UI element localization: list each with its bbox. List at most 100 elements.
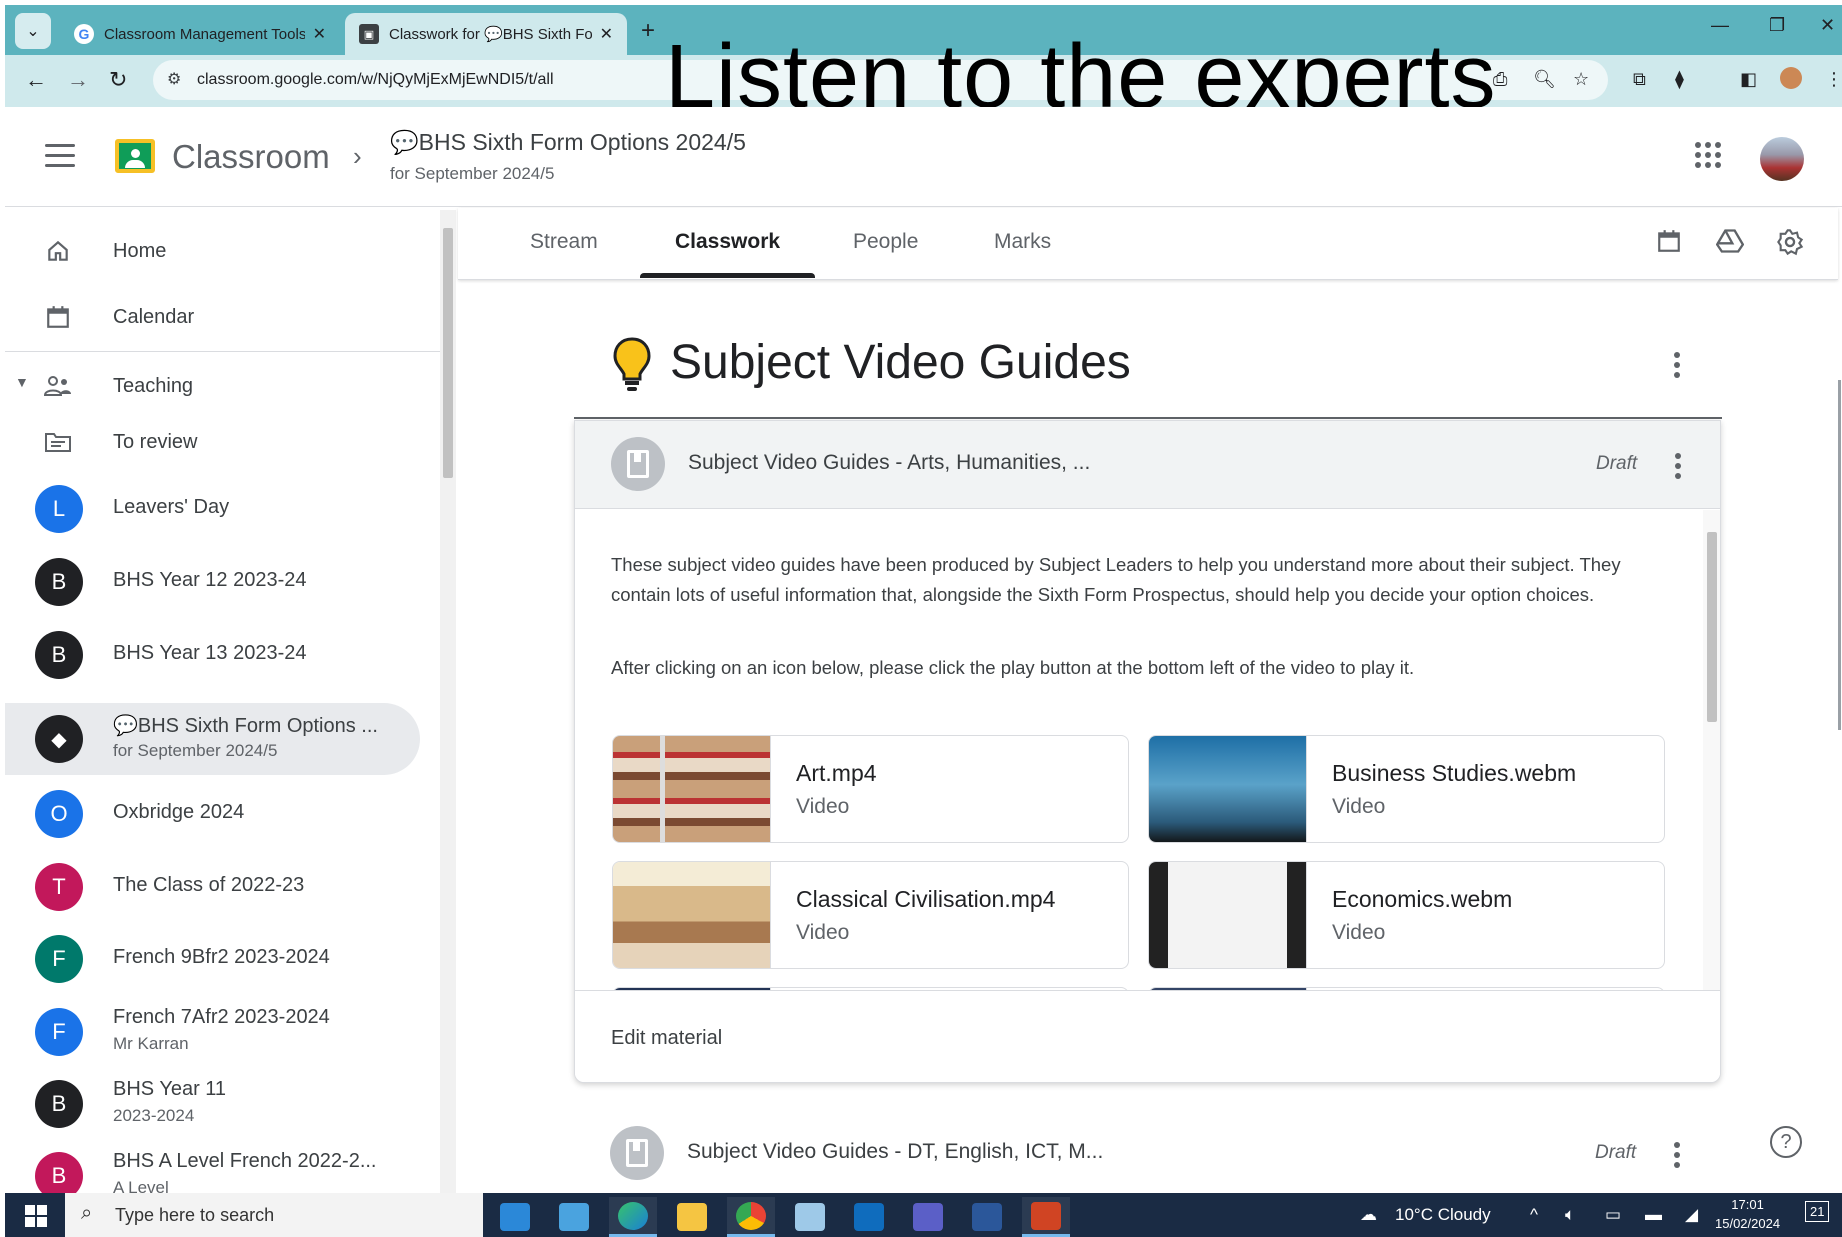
forward-arrow-icon[interactable]: → bbox=[67, 67, 89, 93]
tab-search-button[interactable]: ⌄ bbox=[15, 13, 51, 49]
material-card-collapsed[interactable]: Subject Video Guides - DT, English, ICT,… bbox=[574, 1120, 1722, 1190]
notes-app-icon[interactable] bbox=[786, 1197, 834, 1237]
site-info-icon[interactable]: ⚙ bbox=[167, 69, 181, 89]
material-scrollbar[interactable] bbox=[1703, 510, 1720, 990]
new-tab-button[interactable]: + bbox=[641, 17, 655, 45]
material-more-options-icon[interactable] bbox=[1674, 1142, 1682, 1172]
settings-gear-icon[interactable] bbox=[1776, 228, 1804, 263]
material-more-options-icon[interactable] bbox=[1675, 453, 1683, 483]
teams-app-icon[interactable] bbox=[904, 1197, 952, 1237]
attachment-business-video[interactable]: Business Studies.webm Video bbox=[1148, 735, 1665, 843]
tab-marks[interactable]: Marks bbox=[994, 230, 1051, 254]
word-app-icon[interactable] bbox=[963, 1197, 1011, 1237]
topic-more-options-icon[interactable] bbox=[1674, 352, 1682, 382]
sidebar-item-teaching[interactable]: ▼ Teaching bbox=[5, 358, 420, 414]
sidebar-class-item[interactable]: L Leavers' Day bbox=[5, 474, 420, 544]
google-drive-icon[interactable] bbox=[1715, 228, 1745, 261]
browser-tab-classroom-tools[interactable]: G Classroom Management Tools & ✕ bbox=[60, 13, 340, 55]
store-app-icon[interactable] bbox=[550, 1197, 598, 1237]
sidebar-class-item[interactable]: F French 7Afr2 2023-2024 Mr Karran bbox=[5, 996, 420, 1068]
calendar-icon[interactable] bbox=[1656, 228, 1682, 261]
sidebar-class-item[interactable]: O Oxbridge 2024 bbox=[5, 778, 420, 850]
attachment-art-video[interactable]: Art.mp4 Video bbox=[612, 735, 1129, 843]
topic-divider bbox=[574, 417, 1722, 419]
sidebar-item-calendar[interactable]: Calendar bbox=[5, 294, 420, 350]
class-name: French 7Afr2 2023-2024 bbox=[113, 1006, 330, 1028]
profile-avatar[interactable] bbox=[1780, 67, 1802, 89]
outlook-app-icon[interactable] bbox=[845, 1197, 893, 1237]
material-title: Subject Video Guides - DT, English, ICT,… bbox=[687, 1140, 1104, 1163]
file-explorer-icon[interactable] bbox=[668, 1197, 716, 1237]
sidebar-item-home[interactable]: Home bbox=[5, 208, 420, 294]
status-badge: Draft bbox=[1595, 1142, 1637, 1163]
reload-icon[interactable]: ↻ bbox=[109, 67, 127, 93]
browser-tab-classwork[interactable]: ▣ Classwork for 💬BHS Sixth Form ✕ bbox=[345, 13, 627, 55]
main-menu-icon[interactable] bbox=[45, 144, 75, 174]
app-name[interactable]: Classroom bbox=[172, 138, 330, 176]
sidebar-class-item[interactable]: T The Class of 2022-23 bbox=[5, 851, 420, 923]
sidebar-scrollbar[interactable] bbox=[440, 210, 456, 1193]
mail-app-icon[interactable] bbox=[491, 1197, 539, 1237]
chrome-app-icon[interactable] bbox=[727, 1197, 775, 1237]
expand-triangle-icon[interactable]: ▼ bbox=[15, 374, 29, 390]
wifi-icon[interactable]: ◢ bbox=[1685, 1205, 1698, 1225]
account-avatar[interactable] bbox=[1760, 137, 1804, 181]
google-apps-icon[interactable] bbox=[1695, 142, 1721, 168]
topic-title: Subject Video Guides bbox=[670, 336, 1131, 389]
attachment-type: Video bbox=[1332, 921, 1386, 944]
help-icon[interactable]: ? bbox=[1770, 1126, 1802, 1158]
back-arrow-icon[interactable]: ← bbox=[25, 67, 47, 93]
close-tab-icon[interactable]: ✕ bbox=[600, 24, 613, 44]
tab-people[interactable]: People bbox=[853, 230, 918, 254]
taskbar-search-box[interactable]: ⌕ Type here to search bbox=[65, 1193, 483, 1237]
attachment-name: Classical Civilisation.mp4 bbox=[796, 886, 1056, 912]
sidebar-class-item[interactable]: B BHS Year 11 2023-2024 bbox=[5, 1068, 420, 1140]
weather-text[interactable]: 10°C Cloudy bbox=[1395, 1205, 1491, 1225]
chevron-down-icon: ⌄ bbox=[26, 23, 40, 40]
edit-material-button[interactable]: Edit material bbox=[611, 1027, 722, 1050]
scrollbar-thumb[interactable] bbox=[1707, 532, 1717, 722]
material-header[interactable]: Subject Video Guides - Arts, Humanities,… bbox=[575, 421, 1720, 509]
notification-badge[interactable]: 21 bbox=[1805, 1201, 1830, 1222]
edge-app-icon[interactable] bbox=[609, 1197, 657, 1237]
lightbulb-icon bbox=[612, 337, 652, 393]
zoom-icon[interactable]: 🔍︎ bbox=[1533, 69, 1556, 90]
attachment-classics-video[interactable]: Classical Civilisation.mp4 Video bbox=[612, 861, 1129, 969]
bookmark-star-icon[interactable]: ☆ bbox=[1573, 69, 1589, 90]
sidebar-class-item[interactable]: B BHS Year 13 2023-24 bbox=[5, 619, 420, 691]
side-panel-icon[interactable]: ◧ bbox=[1740, 69, 1757, 90]
sidebar-class-item[interactable]: B BHS A Level French 2022-2... A Level bbox=[5, 1140, 420, 1193]
scrollbar-thumb[interactable] bbox=[443, 228, 453, 478]
tab-classwork[interactable]: Classwork bbox=[675, 230, 780, 254]
minimize-icon[interactable]: — bbox=[1711, 15, 1729, 36]
class-title[interactable]: 💬BHS Sixth Form Options 2024/5 bbox=[390, 129, 746, 156]
class-subtitle: Mr Karran bbox=[113, 1034, 189, 1053]
extensions-puzzle-icon[interactable]: ⧫ bbox=[1675, 69, 1684, 90]
volume-icon[interactable]: 🔈︎ bbox=[1565, 1205, 1575, 1225]
network-icon[interactable]: ▭ bbox=[1605, 1205, 1621, 1225]
taskbar-clock[interactable]: 17:01 15/02/2024 bbox=[1715, 1195, 1780, 1233]
cloud-weather-icon[interactable]: ☁ bbox=[1360, 1205, 1377, 1225]
sidebar-item-to-review[interactable]: To review bbox=[5, 414, 420, 470]
classroom-logo[interactable] bbox=[115, 139, 155, 173]
browser-menu-icon[interactable]: ⋮ bbox=[1825, 69, 1842, 90]
sidebar-class-item[interactable]: B BHS Year 12 2023-24 bbox=[5, 546, 420, 618]
restore-icon[interactable]: ❐ bbox=[1769, 15, 1785, 36]
folder-review-icon bbox=[43, 427, 73, 457]
tab-title: Classwork for 💬BHS Sixth Form bbox=[389, 26, 592, 43]
battery-icon[interactable]: ▬ bbox=[1645, 1205, 1662, 1225]
tab-stream[interactable]: Stream bbox=[530, 230, 598, 254]
class-avatar: F bbox=[35, 1008, 83, 1056]
tray-expand-icon[interactable]: ^ bbox=[1530, 1205, 1538, 1225]
attachment-name: Economics.webm bbox=[1332, 886, 1513, 912]
powerpoint-app-icon[interactable] bbox=[1022, 1197, 1070, 1237]
close-window-icon[interactable]: ✕ bbox=[1820, 15, 1835, 36]
page-scrollbar[interactable] bbox=[1838, 380, 1841, 730]
sidebar-class-item[interactable]: F French 9Bfr2 2023-2024 bbox=[5, 923, 420, 995]
close-tab-icon[interactable]: ✕ bbox=[313, 24, 326, 44]
windows-start-icon[interactable] bbox=[25, 1205, 47, 1227]
attachment-economics-video[interactable]: Economics.webm Video bbox=[1148, 861, 1665, 969]
sidebar-class-item-selected[interactable]: ◆ 💬BHS Sixth Form Options ... for Septem… bbox=[5, 703, 420, 775]
tab-title: Classroom Management Tools & bbox=[104, 25, 305, 43]
extension-badge-icon[interactable]: ⧉ bbox=[1633, 69, 1646, 90]
